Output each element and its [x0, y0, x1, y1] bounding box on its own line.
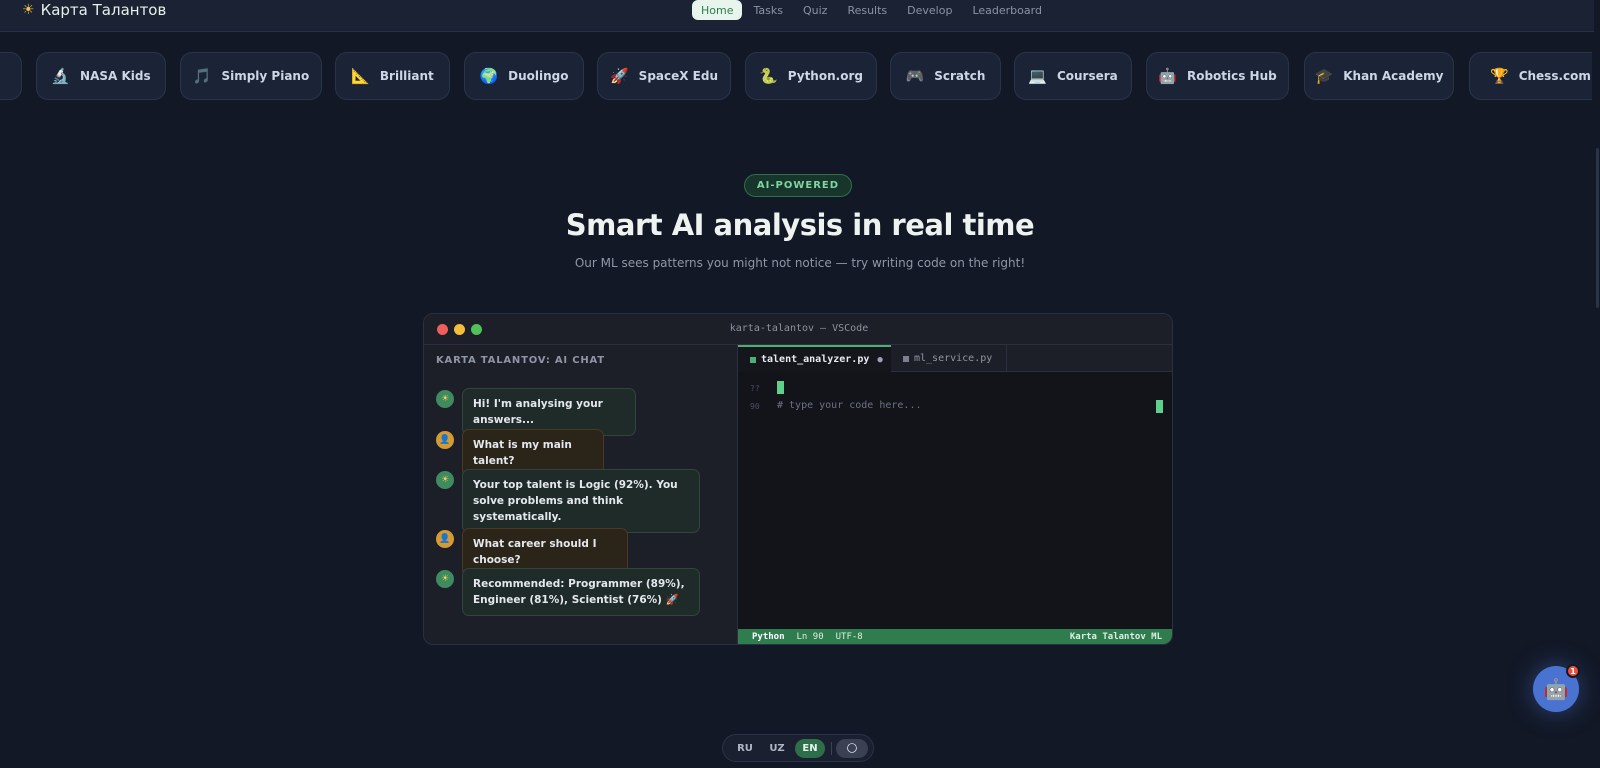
- hero-title: Smart AI analysis in real time: [565, 208, 1035, 242]
- triangle-ruler-icon: 📐: [351, 67, 370, 85]
- microscope-icon: 🔬: [51, 67, 71, 85]
- divider: [831, 742, 832, 755]
- partner-chip-khan-academy[interactable]: 🎓 Khan Academy: [1304, 52, 1454, 100]
- code-editor: talent_analyzer.py ● ml_service.py ?? 90…: [738, 345, 1172, 644]
- vscode-window: karta-talantov — VSCode KARTA TALANTOV: …: [423, 313, 1173, 645]
- partners-strip: 🔬 NASA Kids 🎵 Simply Piano 📐 Brilliant 🌍…: [0, 52, 1592, 100]
- window-title: karta-talantov — VSCode: [729, 323, 869, 334]
- partner-chip-scratch[interactable]: 🎮 Scratch: [890, 52, 1001, 100]
- partner-label: Python.org: [787, 69, 863, 83]
- code-placeholder: # type your code here...: [777, 400, 922, 411]
- python-file-icon: [750, 356, 756, 363]
- line-number: ??: [750, 384, 760, 393]
- nav-links: Home Tasks Quiz Results Develop Leaderbo…: [692, 0, 1053, 20]
- partner-label: Simply Piano: [221, 69, 310, 83]
- ai-chat-panel: KARTA TALANTOV: AI CHAT ☀ Hi! I'm analys…: [424, 345, 738, 644]
- nav-tasks[interactable]: Tasks: [744, 0, 791, 20]
- partner-label: Duolingo: [508, 69, 569, 83]
- partner-label: Khan Academy: [1343, 69, 1444, 83]
- ai-avatar-icon: ☀: [436, 471, 454, 489]
- partner-label: Robotics Hub: [1186, 69, 1277, 83]
- page-scrollbar[interactable]: [1594, 0, 1600, 768]
- nav-leaderboard[interactable]: Leaderboard: [963, 0, 1050, 20]
- partner-chip-nasa-kids[interactable]: 🔬 NASA Kids: [36, 52, 166, 100]
- nav-develop[interactable]: Develop: [898, 0, 961, 20]
- partner-chip-robotics-hub[interactable]: 🤖 Robotics Hub: [1146, 52, 1289, 100]
- language-switcher: RU UZ EN 🌕: [722, 734, 874, 762]
- status-line[interactable]: Ln 90: [797, 632, 824, 642]
- lang-uz-button[interactable]: UZ: [763, 739, 791, 758]
- top-nav: ☀ Карта Талантов Home Tasks Quiz Results…: [0, 0, 1600, 32]
- tab-label: ml_service.py: [914, 353, 993, 364]
- status-brand: Karta Talantov ML: [1069, 632, 1162, 642]
- globe-icon: 🌍: [479, 67, 499, 85]
- nav-home[interactable]: Home: [692, 0, 743, 20]
- editor-statusbar: Python Ln 90 UTF-8 Karta Talantov ML: [738, 629, 1172, 644]
- text-cursor: [777, 381, 784, 394]
- chat-message-ai: ☀ Your top talent is Logic (92%). You so…: [436, 469, 700, 533]
- robot-icon: 🤖: [1158, 67, 1177, 85]
- moon-icon: 🌕: [846, 742, 858, 755]
- brand-name: Карта Талантов: [40, 1, 167, 19]
- theme-toggle-button[interactable]: 🌕: [836, 739, 868, 758]
- editor-tabs: talent_analyzer.py ● ml_service.py: [738, 345, 1172, 372]
- user-avatar-icon: 👤: [436, 431, 454, 449]
- partner-chip-chess-com[interactable]: 🏆 Chess.com: [1469, 52, 1592, 100]
- lang-en-button[interactable]: EN: [795, 739, 825, 758]
- partner-chip-brilliant[interactable]: 📐 Brilliant: [335, 52, 450, 100]
- partner-label: Scratch: [934, 69, 986, 83]
- user-avatar-icon: 👤: [436, 530, 454, 548]
- python-file-icon: [903, 355, 909, 362]
- ai-avatar-icon: ☀: [436, 390, 454, 408]
- brand-logo[interactable]: ☀ Карта Талантов: [22, 1, 166, 19]
- code-area[interactable]: ?? 90 # type your code here...: [738, 372, 1172, 629]
- partner-chip-duolingo[interactable]: 🌍 Duolingo: [464, 52, 584, 100]
- ai-avatar-icon: ☀: [436, 570, 454, 588]
- tab-label: talent_analyzer.py: [761, 354, 870, 365]
- sun-icon: ☀: [22, 2, 35, 18]
- laptop-icon: 💻: [1028, 67, 1047, 85]
- robot-icon: 🤖: [1543, 677, 1569, 701]
- notification-badge: 1: [1566, 664, 1580, 678]
- chat-header: KARTA TALANTOV: AI CHAT: [436, 355, 605, 366]
- chat-message-ai: ☀ Recommended: Programmer (89%), Enginee…: [436, 568, 700, 616]
- partner-chip-simply-piano[interactable]: 🎵 Simply Piano: [180, 52, 322, 100]
- graduation-cap-icon: 🎓: [1314, 67, 1334, 85]
- tab-ml-service[interactable]: ml_service.py: [891, 345, 1007, 372]
- chat-bubble: Recommended: Programmer (89%), Engineer …: [462, 568, 700, 616]
- partner-label: Brilliant: [379, 69, 434, 83]
- line-number: 90: [750, 402, 760, 411]
- partner-chip-coursera[interactable]: 💻 Coursera: [1014, 52, 1132, 100]
- modified-dot-icon: ●: [877, 354, 883, 365]
- rocket-icon: 🚀: [609, 67, 629, 85]
- hero-subtitle: Our ML sees patterns you might not notic…: [574, 256, 1026, 270]
- nav-quiz[interactable]: Quiz: [794, 0, 836, 20]
- gamepad-icon: 🎮: [905, 67, 925, 85]
- partner-label: Chess.com: [1518, 69, 1591, 83]
- partner-label: Coursera: [1056, 69, 1118, 83]
- text-cursor: [1156, 400, 1163, 413]
- status-encoding[interactable]: UTF-8: [836, 632, 863, 642]
- ai-powered-badge: AI-POWERED: [744, 174, 852, 197]
- partner-label: NASA Kids: [80, 69, 151, 83]
- partner-chip-python-org[interactable]: 🐍 Python.org: [745, 52, 877, 100]
- music-note-icon: 🎵: [192, 67, 212, 85]
- status-language[interactable]: Python: [752, 632, 785, 642]
- trophy-icon: 🏆: [1490, 67, 1509, 85]
- python-snake-icon: 🐍: [759, 67, 778, 85]
- nav-results[interactable]: Results: [838, 0, 896, 20]
- partner-chip-partial[interactable]: [0, 52, 22, 100]
- window-titlebar: karta-talantov — VSCode: [424, 314, 1172, 345]
- lang-ru-button[interactable]: RU: [731, 739, 759, 758]
- partner-chip-spacex-edu[interactable]: 🚀 SpaceX Edu: [597, 52, 731, 100]
- partner-label: SpaceX Edu: [638, 69, 719, 83]
- tab-talent-analyzer[interactable]: talent_analyzer.py ●: [738, 345, 891, 372]
- chat-bubble: Your top talent is Logic (92%). You solv…: [462, 469, 700, 533]
